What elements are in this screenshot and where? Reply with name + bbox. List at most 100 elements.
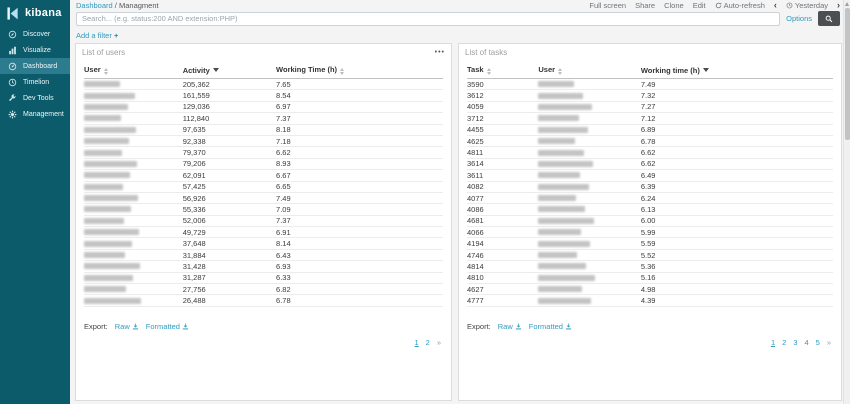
users-panel: List of users ••• UserActivityWorking Ti… [75, 43, 452, 401]
export-raw-link[interactable]: Raw [498, 322, 522, 331]
time-next-button[interactable]: › [837, 2, 840, 9]
full-screen-button[interactable]: Full screen [589, 1, 626, 10]
window-scrollbar[interactable] [843, 0, 850, 404]
table-cell: 6.67 [276, 170, 443, 181]
users-panel-title: List of users [82, 48, 125, 57]
pagination-page-1[interactable]: 1 [771, 338, 775, 347]
sidebar-item-dev-tools[interactable]: Dev Tools [0, 90, 70, 106]
add-filter-plus-icon[interactable]: + [114, 31, 118, 40]
table-cell: 79,206 [183, 158, 276, 169]
table-cell: 31,884 [183, 249, 276, 260]
redacted-user-name [84, 184, 123, 190]
add-filter-button[interactable]: Add a filter [76, 31, 112, 40]
pagination-next[interactable]: » [437, 338, 441, 347]
pagination-page-2[interactable]: 2 [782, 338, 786, 347]
sidebar-item-timelion[interactable]: Timelion [0, 74, 70, 90]
gauge-icon [8, 62, 17, 71]
redacted-user-name [84, 172, 130, 178]
table-cell: 4746 [467, 249, 538, 260]
time-prev-button[interactable]: ‹ [774, 2, 777, 9]
scrollbar-thumb[interactable] [845, 8, 850, 140]
kibana-logo-icon [5, 6, 20, 21]
auto-refresh-button[interactable]: Auto-refresh [715, 1, 765, 10]
panel-menu-icon[interactable]: ••• [435, 50, 445, 55]
breadcrumb-current: Managment [119, 1, 159, 10]
table-cell: 6.00 [641, 215, 833, 226]
table-row: 36127.32 [467, 90, 833, 101]
pagination-page-3[interactable]: 3 [793, 338, 797, 347]
users-col-user[interactable]: User [84, 63, 183, 79]
pagination-page-1[interactable]: 1 [414, 338, 418, 347]
redacted-user-name [84, 150, 122, 156]
sort-icon [558, 68, 562, 75]
table-row: 41945.59 [467, 238, 833, 249]
export-formatted-link[interactable]: Formatted [529, 322, 572, 331]
share-button[interactable]: Share [635, 1, 655, 10]
tasks-col-task[interactable]: Task [467, 63, 538, 79]
breadcrumb-separator: / [115, 1, 117, 10]
table-cell: 6.78 [641, 135, 833, 146]
scroll-up-icon[interactable] [845, 2, 849, 6]
redacted-user-name [84, 241, 132, 247]
edit-button[interactable]: Edit [693, 1, 706, 10]
export-formatted-link[interactable]: Formatted [146, 322, 189, 331]
table-cell: 6.93 [276, 261, 443, 272]
export-label: Export: [84, 322, 108, 331]
table-row: 36146.62 [467, 158, 833, 169]
table-cell: 55,336 [183, 204, 276, 215]
users-col-activity[interactable]: Activity [183, 63, 276, 79]
pagination-page-4[interactable]: 4 [804, 338, 808, 347]
pagination-next[interactable]: » [827, 338, 831, 347]
search-button[interactable] [818, 11, 840, 26]
redacted-user-name [538, 104, 592, 110]
table-cell: 8.18 [276, 124, 443, 135]
table-cell: 8.14 [276, 238, 443, 249]
dashboard-panels: List of users ••• UserActivityWorking Ti… [70, 43, 850, 401]
redacted-user-name [538, 206, 585, 212]
table-cell: 6.91 [276, 227, 443, 238]
sidebar-item-dashboard[interactable]: Dashboard [0, 58, 70, 74]
sidebar-item-visualize[interactable]: Visualize [0, 42, 70, 58]
table-cell: 161,559 [183, 90, 276, 101]
redacted-user-name [84, 275, 133, 281]
redacted-user-name [538, 195, 576, 201]
table-cell: 3611 [467, 170, 538, 181]
redacted-user-name [538, 241, 590, 247]
table-cell: 57,425 [183, 181, 276, 192]
table-row: 52,0067.37 [84, 215, 443, 226]
users-export-row: Export: Raw Formatted [84, 322, 443, 331]
time-picker-button[interactable]: Yesterday [786, 1, 828, 10]
tasks-col-user[interactable]: User [538, 63, 640, 79]
bars-icon [8, 46, 17, 55]
table-cell: 6.13 [641, 204, 833, 215]
table-cell: 6.62 [641, 147, 833, 158]
table-cell: 4777 [467, 295, 538, 306]
redacted-user-name [84, 138, 129, 144]
search-input[interactable] [76, 12, 780, 26]
sidebar-item-management[interactable]: Management [0, 106, 70, 122]
table-row: 92,3387.18 [84, 135, 443, 146]
breadcrumb-dashboard-link[interactable]: Dashboard [76, 1, 113, 10]
export-raw-link[interactable]: Raw [115, 322, 139, 331]
tasks-panel: List of tasks TaskUserWorking time (h) 3… [458, 43, 842, 401]
sidebar-nav: Discover Visualize Dashboard Timelion De… [0, 26, 70, 122]
kibana-logo[interactable]: kibana [0, 0, 70, 26]
download-icon [515, 323, 522, 330]
sidebar-item-discover[interactable]: Discover [0, 26, 70, 42]
tasks-col-working-time-h-[interactable]: Working time (h) [641, 63, 833, 79]
clone-button[interactable]: Clone [664, 1, 684, 10]
users-table: UserActivityWorking Time (h) 205,3627.65… [84, 63, 443, 307]
redacted-user-name [538, 229, 581, 235]
users-col-working-time-h-[interactable]: Working Time (h) [276, 63, 443, 79]
table-row: 31,2876.33 [84, 272, 443, 283]
table-row: 47774.39 [467, 295, 833, 306]
table-row: 40866.13 [467, 204, 833, 215]
tasks-table: TaskUserWorking time (h) 35907.4936127.3… [467, 63, 833, 307]
pagination-page-2[interactable]: 2 [426, 338, 430, 347]
table-cell: 3614 [467, 158, 538, 169]
breadcrumb: Dashboard / Managment [76, 1, 159, 10]
table-cell: 4082 [467, 181, 538, 192]
options-link[interactable]: Options [786, 14, 812, 23]
pagination-page-5[interactable]: 5 [816, 338, 820, 347]
table-cell: 6.65 [276, 181, 443, 192]
